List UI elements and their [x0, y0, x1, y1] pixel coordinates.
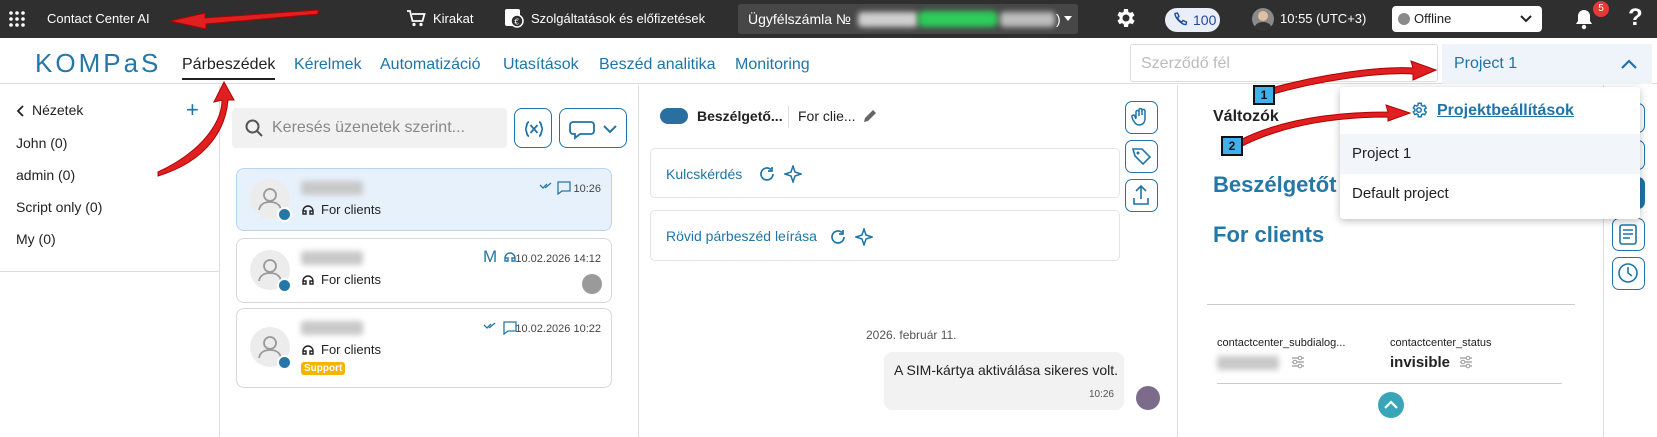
annotation-arrows: [157, 9, 1438, 177]
annotation-number: 1: [1253, 85, 1275, 105]
annotation-number: 2: [1221, 136, 1243, 156]
